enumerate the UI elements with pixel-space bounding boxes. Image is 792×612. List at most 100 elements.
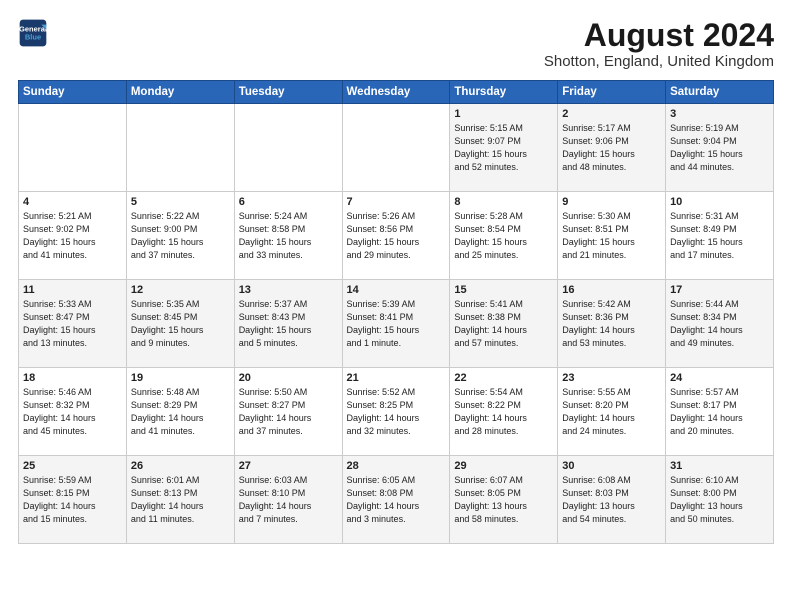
col-header-thursday: Thursday <box>450 81 558 104</box>
week-row-4: 18Sunrise: 5:46 AM Sunset: 8:32 PM Dayli… <box>19 368 774 456</box>
day-info: Sunrise: 5:57 AM Sunset: 8:17 PM Dayligh… <box>670 387 743 436</box>
day-info: Sunrise: 5:33 AM Sunset: 8:47 PM Dayligh… <box>23 299 96 348</box>
day-info: Sunrise: 5:26 AM Sunset: 8:56 PM Dayligh… <box>347 211 420 260</box>
col-header-wednesday: Wednesday <box>342 81 450 104</box>
day-cell: 18Sunrise: 5:46 AM Sunset: 8:32 PM Dayli… <box>19 368 127 456</box>
day-cell: 14 Sunrise: 5:39 AM Sunset: 8:41 PM Dayli… <box>342 280 450 368</box>
logo: General Blue <box>18 18 48 48</box>
day-number: 14 <box>347 284 446 296</box>
header: General Blue August 2024 Shotton, Englan… <box>18 18 774 70</box>
day-info: Sunrise: 6:10 AM Sunset: 8:00 PM Dayligh… <box>670 475 743 524</box>
day-number: 25 <box>23 460 122 472</box>
day-number: 13 <box>239 284 338 296</box>
day-number: 18 <box>23 372 122 384</box>
day-number: 6 <box>239 196 338 208</box>
day-cell: 3Sunrise: 5:19 AM Sunset: 9:04 PM Daylig… <box>666 104 774 192</box>
day-cell: 19 Sunrise: 5:48 AM Sunset: 8:29 PM Dayli… <box>126 368 234 456</box>
day-cell <box>342 104 450 192</box>
day-cell: 1 Sunrise: 5:15 AM Sunset: 9:07 PM Daylig… <box>450 104 558 192</box>
subtitle: Shotton, England, United Kingdom <box>544 53 774 70</box>
col-header-monday: Monday <box>126 81 234 104</box>
day-cell: 28 Sunrise: 6:05 AM Sunset: 8:08 PM Dayli… <box>342 456 450 544</box>
day-number: 27 <box>239 460 338 472</box>
day-info: Sunrise: 6:03 AM Sunset: 8:10 PM Dayligh… <box>239 475 312 524</box>
week-row-3: 11 Sunrise: 5:33 AM Sunset: 8:47 PM Dayli… <box>19 280 774 368</box>
logo-icon: General Blue <box>18 18 48 48</box>
day-cell: 27 Sunrise: 6:03 AM Sunset: 8:10 PM Dayli… <box>234 456 342 544</box>
main-title: August 2024 <box>544 18 774 53</box>
day-number: 30 <box>562 460 661 472</box>
day-cell <box>126 104 234 192</box>
day-number: 2 <box>562 108 661 120</box>
day-info: Sunrise: 6:05 AM Sunset: 8:08 PM Dayligh… <box>347 475 420 524</box>
day-number: 12 <box>131 284 230 296</box>
calendar-page: General Blue August 2024 Shotton, Englan… <box>0 0 792 612</box>
week-row-1: 1 Sunrise: 5:15 AM Sunset: 9:07 PM Daylig… <box>19 104 774 192</box>
day-cell: 21Sunrise: 5:52 AM Sunset: 8:25 PM Dayli… <box>342 368 450 456</box>
day-info: Sunrise: 5:59 AM Sunset: 8:15 PM Dayligh… <box>23 475 96 524</box>
day-info: Sunrise: 5:42 AM Sunset: 8:36 PM Dayligh… <box>562 299 635 348</box>
day-info: Sunrise: 5:35 AM Sunset: 8:45 PM Dayligh… <box>131 299 204 348</box>
day-number: 24 <box>670 372 769 384</box>
day-number: 19 <box>131 372 230 384</box>
day-info: Sunrise: 5:39 AM Sunset: 8:41 PM Dayligh… <box>347 299 420 348</box>
day-cell: 16Sunrise: 5:42 AM Sunset: 8:36 PM Dayli… <box>558 280 666 368</box>
day-number: 1 <box>454 108 553 120</box>
day-number: 10 <box>670 196 769 208</box>
day-info: Sunrise: 5:24 AM Sunset: 8:58 PM Dayligh… <box>239 211 312 260</box>
day-cell: 10 Sunrise: 5:31 AM Sunset: 8:49 PM Dayli… <box>666 192 774 280</box>
day-cell: 29 Sunrise: 6:07 AM Sunset: 8:05 PM Dayli… <box>450 456 558 544</box>
calendar-table: SundayMondayTuesdayWednesdayThursdayFrid… <box>18 80 774 544</box>
day-number: 11 <box>23 284 122 296</box>
svg-text:Blue: Blue <box>25 33 41 42</box>
col-header-saturday: Saturday <box>666 81 774 104</box>
day-number: 7 <box>347 196 446 208</box>
day-cell: 9 Sunrise: 5:30 AM Sunset: 8:51 PM Daylig… <box>558 192 666 280</box>
day-info: Sunrise: 6:01 AM Sunset: 8:13 PM Dayligh… <box>131 475 204 524</box>
day-info: Sunrise: 5:15 AM Sunset: 9:07 PM Dayligh… <box>454 123 527 172</box>
day-number: 5 <box>131 196 230 208</box>
day-number: 31 <box>670 460 769 472</box>
day-info: Sunrise: 6:07 AM Sunset: 8:05 PM Dayligh… <box>454 475 527 524</box>
day-info: Sunrise: 5:54 AM Sunset: 8:22 PM Dayligh… <box>454 387 527 436</box>
day-info: Sunrise: 5:55 AM Sunset: 8:20 PM Dayligh… <box>562 387 635 436</box>
col-header-sunday: Sunday <box>19 81 127 104</box>
day-info: Sunrise: 5:41 AM Sunset: 8:38 PM Dayligh… <box>454 299 527 348</box>
col-header-tuesday: Tuesday <box>234 81 342 104</box>
day-info: Sunrise: 5:52 AM Sunset: 8:25 PM Dayligh… <box>347 387 420 436</box>
day-info: Sunrise: 5:48 AM Sunset: 8:29 PM Dayligh… <box>131 387 204 436</box>
day-number: 29 <box>454 460 553 472</box>
day-number: 9 <box>562 196 661 208</box>
day-number: 4 <box>23 196 122 208</box>
day-cell: 17Sunrise: 5:44 AM Sunset: 8:34 PM Dayli… <box>666 280 774 368</box>
day-cell <box>234 104 342 192</box>
day-cell: 30Sunrise: 6:08 AM Sunset: 8:03 PM Dayli… <box>558 456 666 544</box>
day-number: 15 <box>454 284 553 296</box>
day-info: Sunrise: 5:37 AM Sunset: 8:43 PM Dayligh… <box>239 299 312 348</box>
day-cell: 7 Sunrise: 5:26 AM Sunset: 8:56 PM Daylig… <box>342 192 450 280</box>
header-row: SundayMondayTuesdayWednesdayThursdayFrid… <box>19 81 774 104</box>
day-number: 26 <box>131 460 230 472</box>
week-row-5: 25 Sunrise: 5:59 AM Sunset: 8:15 PM Dayli… <box>19 456 774 544</box>
day-info: Sunrise: 5:17 AM Sunset: 9:06 PM Dayligh… <box>562 123 635 172</box>
day-info: Sunrise: 5:50 AM Sunset: 8:27 PM Dayligh… <box>239 387 312 436</box>
day-info: Sunrise: 5:30 AM Sunset: 8:51 PM Dayligh… <box>562 211 635 260</box>
day-cell: 31 Sunrise: 6:10 AM Sunset: 8:00 PM Dayli… <box>666 456 774 544</box>
day-info: Sunrise: 5:31 AM Sunset: 8:49 PM Dayligh… <box>670 211 743 260</box>
title-block: August 2024 Shotton, England, United Kin… <box>544 18 774 70</box>
day-cell: 25 Sunrise: 5:59 AM Sunset: 8:15 PM Dayli… <box>19 456 127 544</box>
day-cell: 5Sunrise: 5:22 AM Sunset: 9:00 PM Daylig… <box>126 192 234 280</box>
day-number: 28 <box>347 460 446 472</box>
day-info: Sunrise: 5:44 AM Sunset: 8:34 PM Dayligh… <box>670 299 743 348</box>
day-cell: 6 Sunrise: 5:24 AM Sunset: 8:58 PM Daylig… <box>234 192 342 280</box>
day-number: 8 <box>454 196 553 208</box>
day-cell <box>19 104 127 192</box>
day-cell: 2 Sunrise: 5:17 AM Sunset: 9:06 PM Daylig… <box>558 104 666 192</box>
day-cell: 13 Sunrise: 5:37 AM Sunset: 8:43 PM Dayli… <box>234 280 342 368</box>
day-cell: 15 Sunrise: 5:41 AM Sunset: 8:38 PM Dayli… <box>450 280 558 368</box>
week-row-2: 4 Sunrise: 5:21 AM Sunset: 9:02 PM Daylig… <box>19 192 774 280</box>
day-info: Sunrise: 5:19 AM Sunset: 9:04 PM Dayligh… <box>670 123 743 172</box>
day-info: Sunrise: 5:21 AM Sunset: 9:02 PM Dayligh… <box>23 211 96 260</box>
day-cell: 23Sunrise: 5:55 AM Sunset: 8:20 PM Dayli… <box>558 368 666 456</box>
day-cell: 22Sunrise: 5:54 AM Sunset: 8:22 PM Dayli… <box>450 368 558 456</box>
